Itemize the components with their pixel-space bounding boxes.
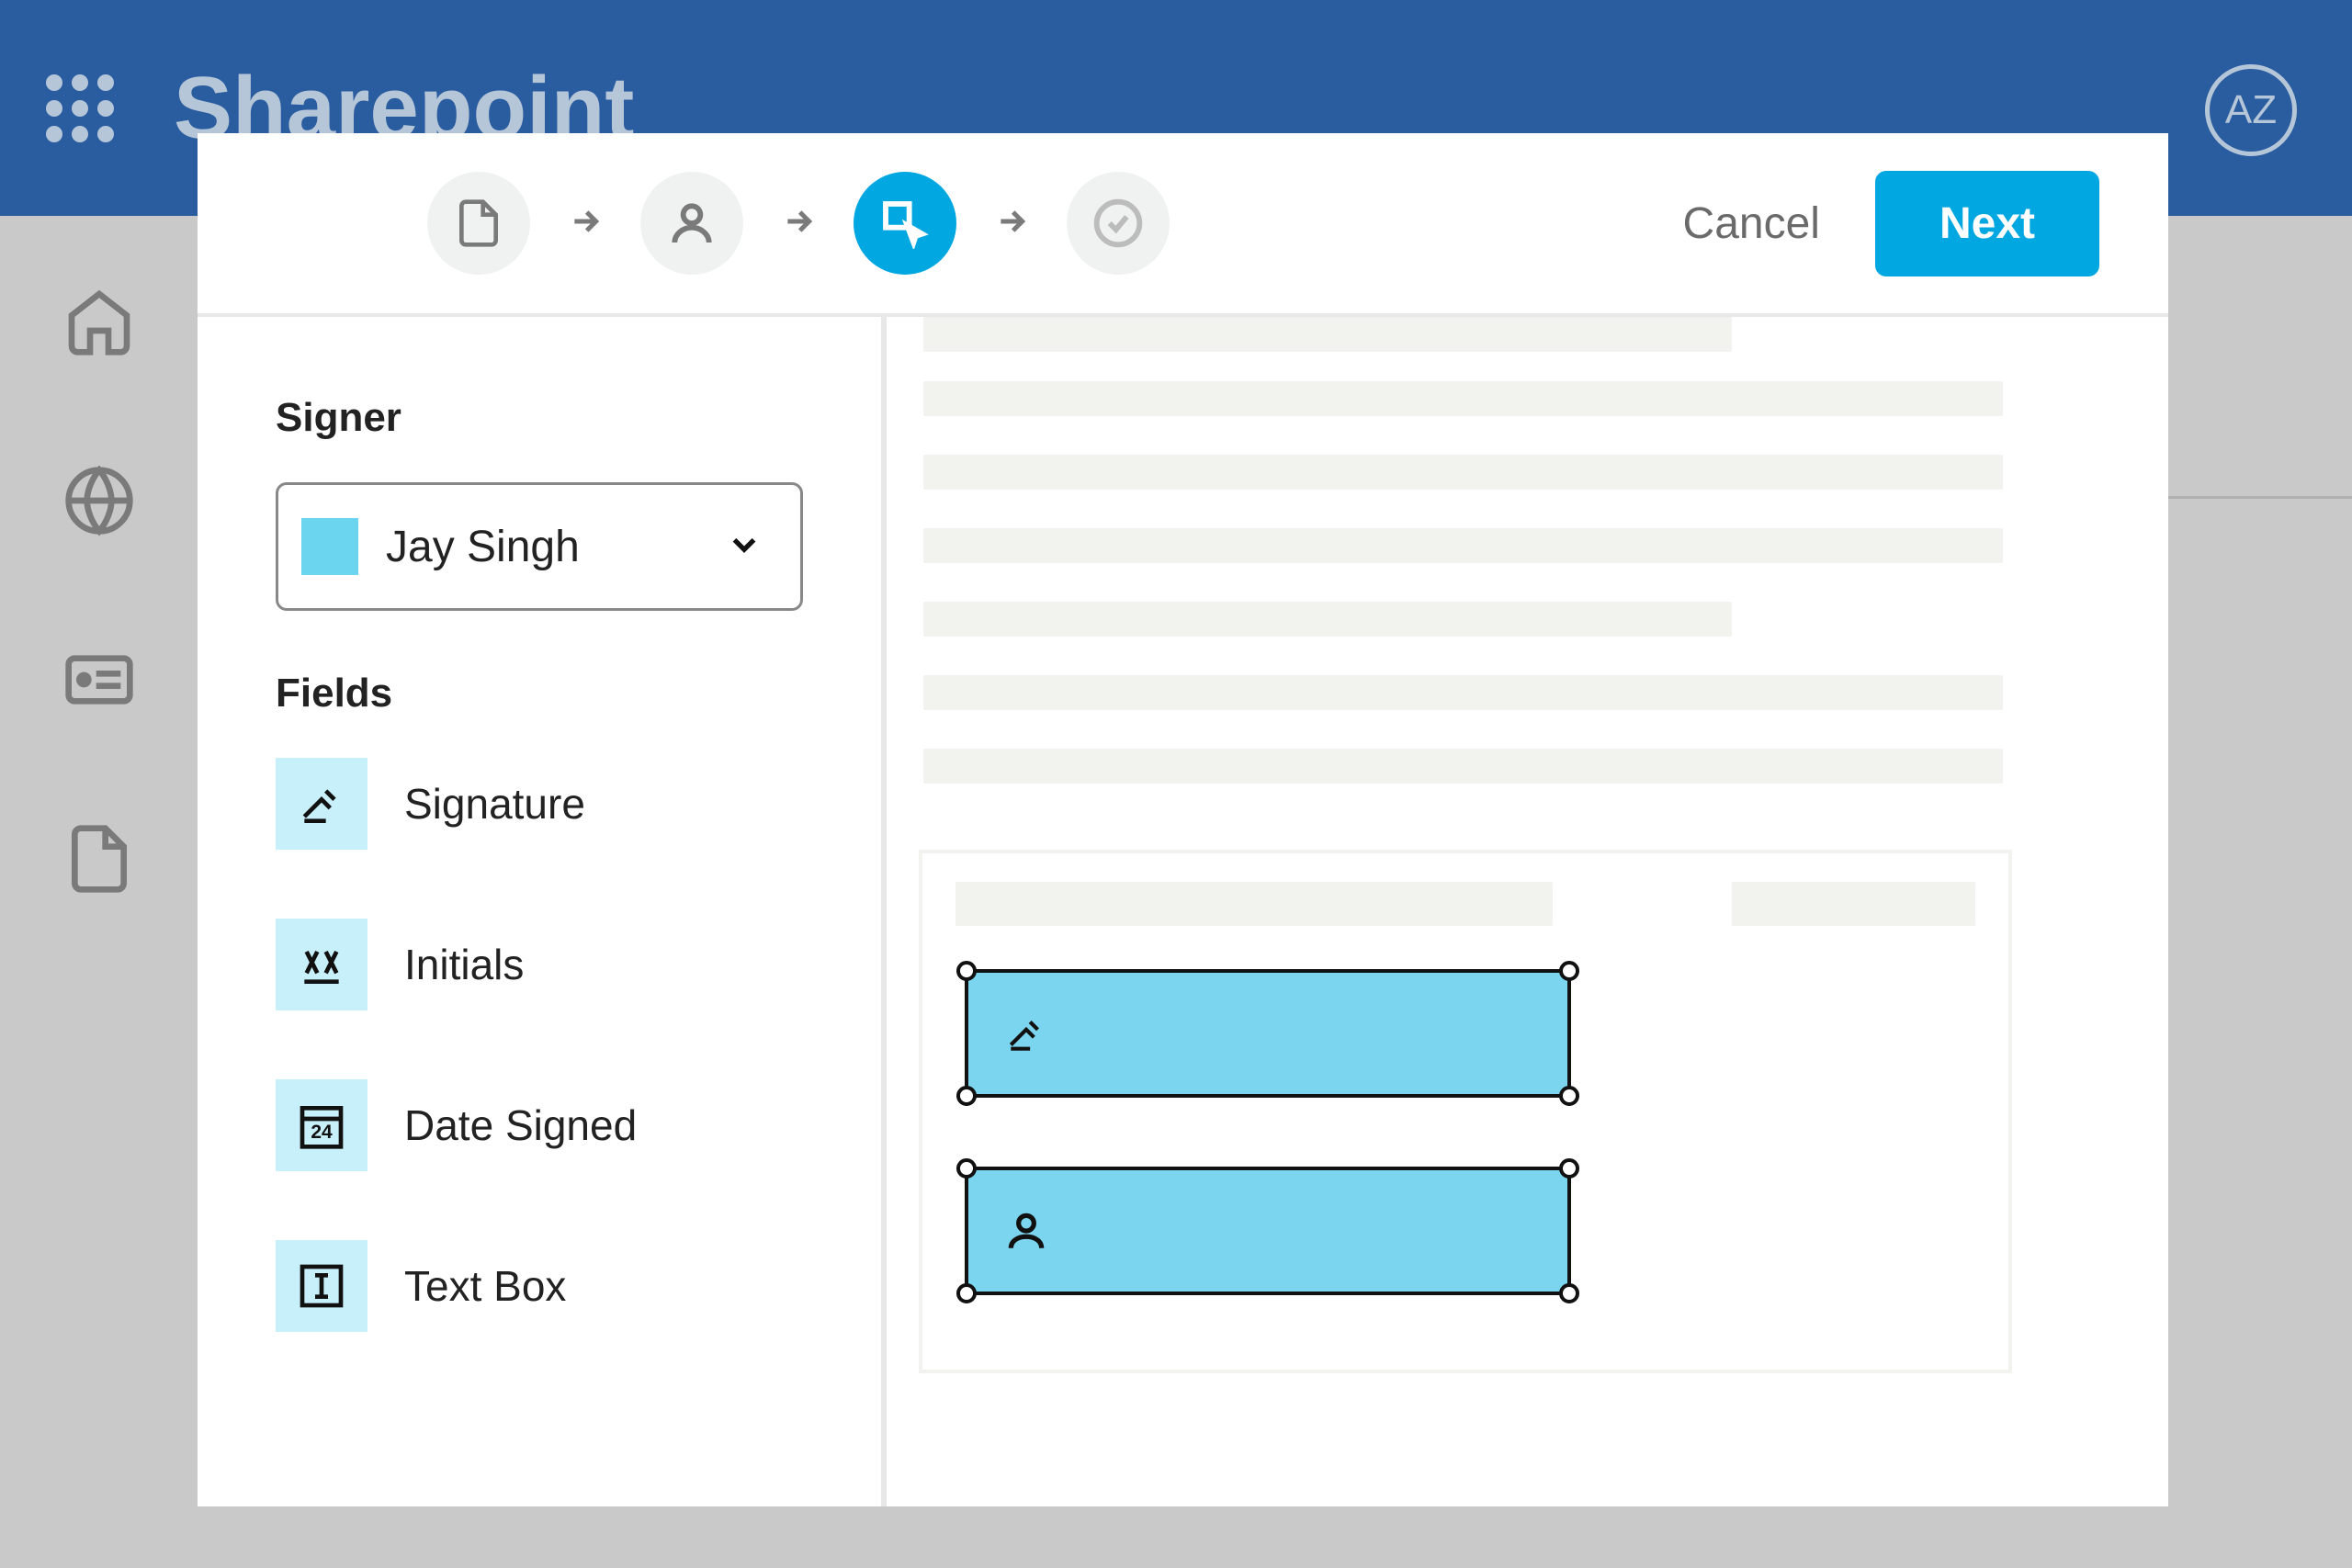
modal-stepper-bar: Cancel Next [198, 133, 2168, 317]
doc-text-stripe [923, 317, 1732, 352]
initials-icon [276, 919, 368, 1010]
signer-select[interactable]: Jay Singh [276, 482, 803, 611]
textbox-icon [276, 1240, 368, 1332]
step-fields-active[interactable] [854, 172, 956, 275]
resize-handle[interactable] [956, 961, 977, 981]
news-icon[interactable] [62, 643, 136, 721]
resize-handle[interactable] [956, 1283, 977, 1303]
modal-actions: Cancel Next [1683, 171, 2099, 276]
stepper [427, 172, 1170, 275]
arrow-right-icon [780, 203, 817, 244]
signature-modal: Cancel Next Signer Jay Singh Fields Sign [198, 133, 2168, 1506]
resize-handle[interactable] [956, 1086, 977, 1106]
document-preview[interactable] [887, 317, 2168, 1506]
doc-text-stripe [923, 528, 2003, 563]
field-date-signed[interactable]: 24 Date Signed [276, 1079, 803, 1171]
bg-sidebar [0, 216, 198, 1568]
resize-handle[interactable] [1559, 961, 1579, 981]
person-icon [1003, 1208, 1049, 1254]
field-signature[interactable]: Signature [276, 758, 803, 850]
modal-sidebar: Signer Jay Singh Fields Signature [198, 317, 887, 1506]
doc-text-stripe [923, 455, 2003, 490]
resize-handle[interactable] [1559, 1158, 1579, 1179]
placed-name-field[interactable] [965, 1167, 1571, 1295]
field-label: Text Box [404, 1261, 566, 1311]
avatar-initials: AZ [2225, 87, 2277, 133]
field-label: Signature [404, 779, 585, 829]
field-initials[interactable]: Initials [276, 919, 803, 1010]
signer-selected-name: Jay Singh [386, 522, 725, 572]
modal-body: Signer Jay Singh Fields Signature [198, 317, 2168, 1506]
cancel-button[interactable]: Cancel [1683, 198, 1820, 249]
next-button[interactable]: Next [1875, 171, 2099, 276]
document-icon[interactable] [62, 822, 136, 900]
arrow-right-icon [993, 203, 1030, 244]
doc-text-stripe [923, 381, 2003, 416]
fields-section-title: Fields [276, 671, 803, 716]
resize-handle[interactable] [1559, 1283, 1579, 1303]
field-label: Initials [404, 940, 524, 989]
signature-icon [1003, 1010, 1049, 1056]
avatar[interactable]: AZ [2205, 64, 2297, 156]
resize-handle[interactable] [956, 1158, 977, 1179]
signature-icon [276, 758, 368, 850]
doc-text-stripe [956, 882, 1553, 926]
doc-text-stripe [923, 675, 2003, 710]
signer-section-title: Signer [276, 395, 803, 441]
doc-text-stripe [1732, 882, 1975, 926]
home-icon[interactable] [62, 285, 136, 363]
apps-launcher-icon[interactable] [46, 74, 114, 142]
arrow-right-icon [567, 203, 604, 244]
doc-text-stripe [923, 602, 1732, 637]
field-text-box[interactable]: Text Box [276, 1240, 803, 1332]
step-signers[interactable] [640, 172, 743, 275]
field-label: Date Signed [404, 1100, 637, 1150]
step-review[interactable] [1067, 172, 1170, 275]
date-icon: 24 [276, 1079, 368, 1171]
chevron-down-icon [725, 525, 763, 569]
svg-text:24: 24 [311, 1122, 333, 1143]
resize-handle[interactable] [1559, 1086, 1579, 1106]
placed-signature-field[interactable] [965, 969, 1571, 1098]
globe-icon[interactable] [62, 464, 136, 542]
step-document[interactable] [427, 172, 530, 275]
signer-color-swatch [301, 518, 358, 575]
doc-text-stripe [923, 749, 2003, 784]
